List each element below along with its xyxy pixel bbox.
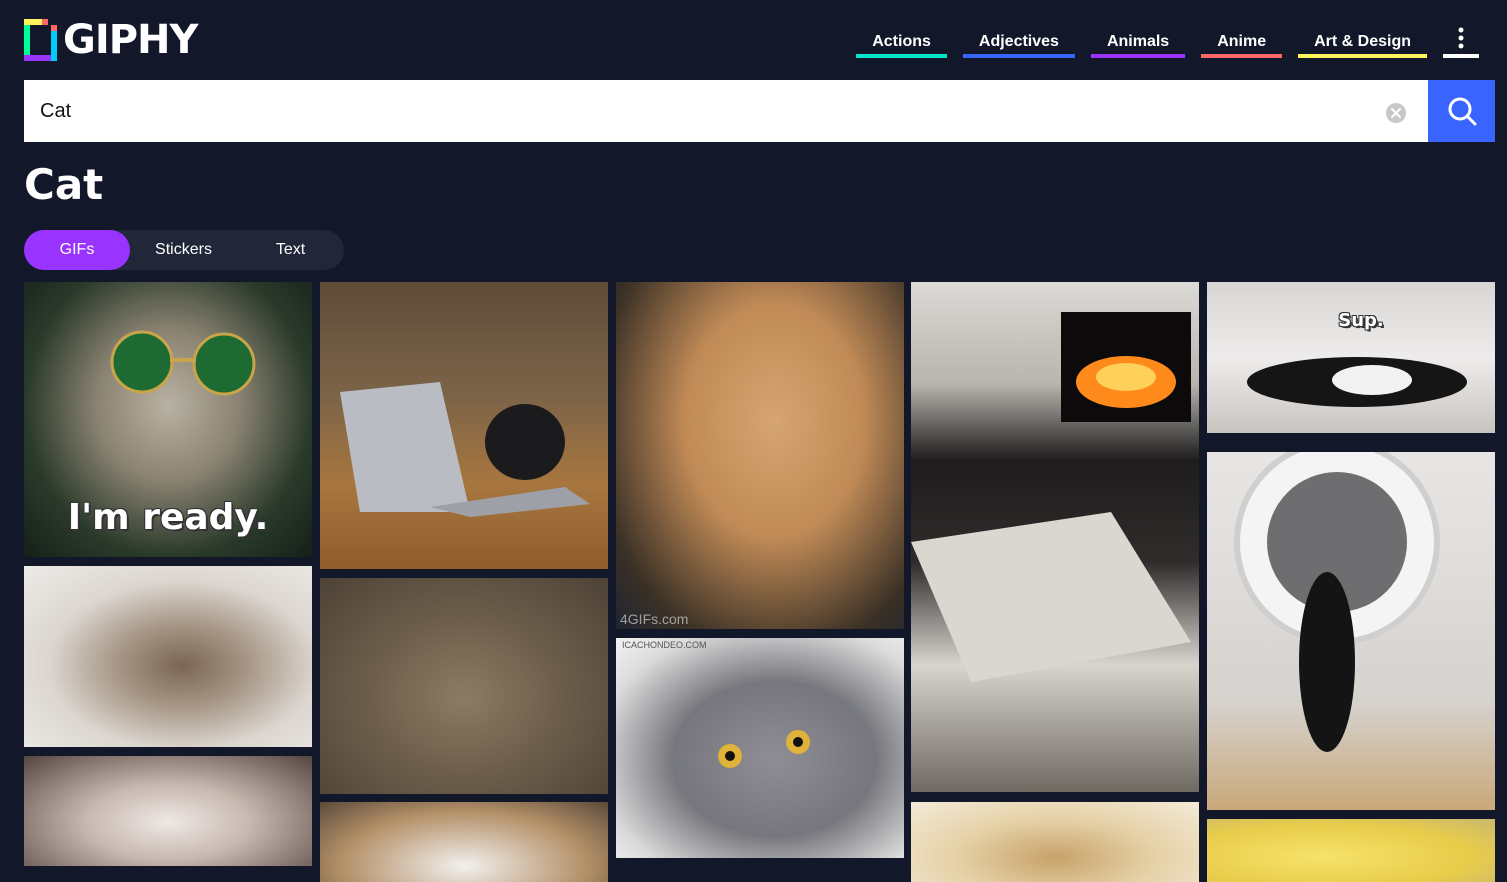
- nav-item-label: Anime: [1217, 33, 1267, 50]
- gif-tile[interactable]: ICACHONDEO.COM: [616, 638, 904, 858]
- close-circle-icon[interactable]: [1385, 102, 1407, 124]
- nav-item-label: Actions: [872, 33, 931, 50]
- nav-underline: [1298, 54, 1427, 58]
- search-icon: [1448, 97, 1476, 126]
- nav-item-animals[interactable]: Animals: [1090, 26, 1186, 58]
- search-bar: [24, 80, 1495, 142]
- giphy-logo[interactable]: GIPHY: [24, 17, 198, 63]
- more-menu-button[interactable]: [1443, 26, 1479, 58]
- tab-text[interactable]: Text: [237, 230, 344, 270]
- gif-tile[interactable]: [24, 756, 312, 866]
- nav-item-label: Art & Design: [1314, 33, 1411, 50]
- gif-tile[interactable]: [320, 282, 608, 569]
- nav-underline: [1201, 54, 1283, 58]
- gif-tile[interactable]: [1207, 452, 1495, 810]
- gif-tile[interactable]: [320, 802, 608, 882]
- nav-underline: [856, 54, 947, 58]
- gif-tile[interactable]: I'm ready.: [24, 282, 312, 557]
- shocked-cat-image: [718, 730, 810, 768]
- nav-underline: [962, 54, 1075, 58]
- gif-caption: I'm ready.: [67, 497, 269, 538]
- gif-tile[interactable]: [911, 282, 1199, 792]
- nav-item-label: Animals: [1106, 33, 1170, 50]
- gif-caption: Sup.: [1338, 310, 1384, 331]
- nav-item-adjectives[interactable]: Adjectives: [962, 26, 1075, 58]
- nav-underline: [1443, 54, 1479, 58]
- gif-tile[interactable]: [911, 802, 1199, 882]
- giphy-logo-icon: [24, 19, 57, 61]
- page-title: Cat: [24, 160, 104, 209]
- more-vertical-icon: [1458, 27, 1464, 49]
- nav-item-art-design[interactable]: Art & Design: [1298, 26, 1427, 58]
- gif-tile[interactable]: Sup.: [1207, 282, 1495, 433]
- tab-gifs[interactable]: GIFs: [24, 230, 130, 270]
- search-button[interactable]: [1428, 80, 1495, 142]
- category-nav: Actions Adjectives Animals Anime Art & D…: [856, 26, 1427, 58]
- content-type-tabs: GIFs Stickers Text: [24, 230, 344, 270]
- nav-underline: [1090, 54, 1186, 58]
- gif-tile[interactable]: 4GIFs.com: [616, 282, 904, 629]
- laptop-cat-image: [340, 382, 590, 517]
- header: GIPHY Actions Adjectives Animals Anime A…: [0, 0, 1507, 80]
- nav-item-actions[interactable]: Actions: [856, 26, 947, 58]
- sup-cat-image: [1247, 357, 1467, 407]
- search-input[interactable]: [24, 80, 1428, 142]
- washing-machine-image: [1234, 452, 1440, 752]
- gif-tile[interactable]: [320, 578, 608, 794]
- nav-item-anime[interactable]: Anime: [1201, 26, 1283, 58]
- gif-watermark: 4GIFs.com: [620, 611, 689, 627]
- tab-stickers[interactable]: Stickers: [130, 230, 237, 270]
- logo-text: GIPHY: [63, 17, 198, 63]
- nav-item-label: Adjectives: [978, 33, 1059, 50]
- fireplace-image: [911, 312, 1191, 682]
- gif-tile[interactable]: [1207, 819, 1495, 882]
- gif-tile[interactable]: [24, 566, 312, 747]
